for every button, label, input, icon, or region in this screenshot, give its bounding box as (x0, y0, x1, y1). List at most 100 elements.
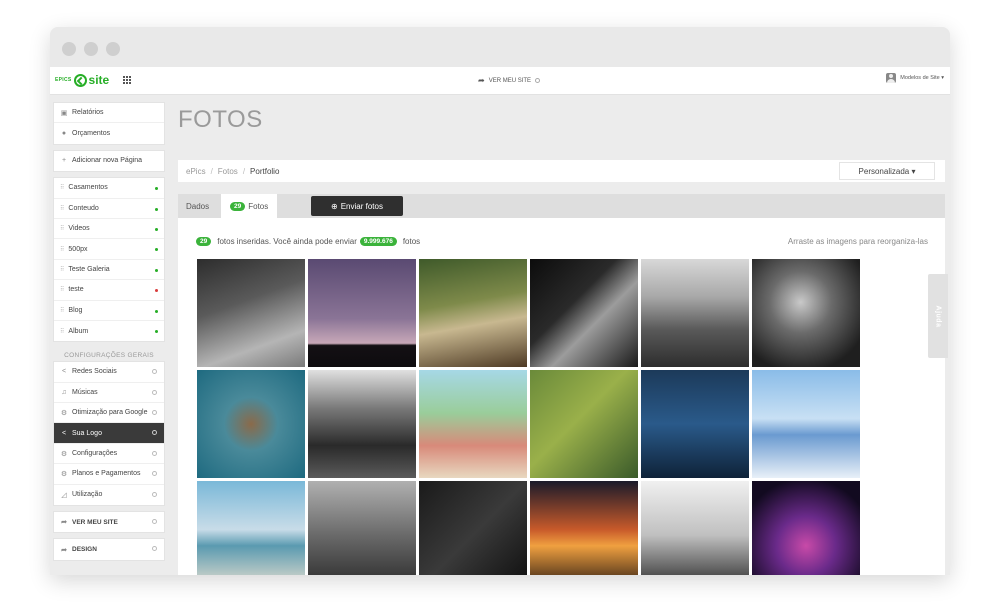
epics-logo[interactable]: EPICS site (55, 73, 109, 87)
view-site-link[interactable]: ➦ VER MEU SITE (478, 76, 541, 85)
sidebar-item-label: Teste Galeria (68, 265, 110, 273)
photo-thumbnail-wedding-ceremony-aisle[interactable] (308, 370, 416, 478)
drag-handle-icon[interactable]: ⠿ (60, 328, 64, 335)
photo-thumbnail-wedding-dress-detail[interactable] (530, 259, 638, 367)
info-icon (535, 78, 541, 83)
sidebar-item-redes-sociais[interactable]: < Redes Sociais (54, 362, 164, 383)
sidebar-item-teste[interactable]: ⠿ teste (54, 280, 164, 301)
status-dot-icon (155, 207, 158, 211)
sidebar-item-casamentos[interactable]: ⠿ Casamentos (54, 178, 164, 199)
photo-thumbnail-forest-wedding-couple[interactable] (197, 259, 305, 367)
photo-thumbnail-dark-abstract-bw[interactable] (419, 481, 527, 575)
music-icon: ♫ (61, 388, 67, 396)
plus-icon: + (61, 157, 67, 165)
tab-fotos[interactable]: 29 Fotos (221, 194, 278, 218)
breadcrumb-item-fotos[interactable]: Fotos (218, 167, 238, 176)
sidebar-item-configuracoes[interactable]: ⚙ Configurações (54, 444, 164, 465)
sidebar-item-label: Videos (68, 225, 90, 233)
drag-handle-icon[interactable]: ⠿ (60, 246, 64, 253)
sidebar-item-label: Otimização para Google (72, 409, 148, 417)
sidebar-design-button[interactable]: ➦ DESIGN (54, 539, 164, 559)
breadcrumb-item-portfolio: Portfolio (250, 166, 280, 176)
info-icon[interactable] (152, 519, 157, 525)
sidebar-item-album[interactable]: ⠿ Album (54, 321, 164, 341)
sidebar-settings-box: < Redes Sociais ♫ Músicas ⚙ Otimização para… (54, 362, 164, 506)
user-menu[interactable]: Modelos de Site ▾ (886, 73, 944, 83)
photo-thumbnail-couple-rocks-bw[interactable] (641, 481, 749, 575)
sidebar-item-label: Músicas (72, 388, 98, 396)
drag-handle-icon[interactable]: ⠿ (60, 225, 64, 232)
sidebar-view-site-box: ➦ VER MEU SITE (54, 512, 164, 533)
sidebar-item-label: Conteudo (68, 204, 99, 212)
photo-thumbnail-beach-bride-walk[interactable] (197, 481, 305, 575)
apps-grid-icon[interactable] (123, 76, 131, 84)
status-dot-icon (155, 248, 158, 252)
info-icon[interactable] (152, 450, 157, 456)
sidebar-item-teste-galeria[interactable]: ⠿ Teste Galeria (54, 260, 164, 281)
cogs-icon: ⚙ (60, 409, 68, 417)
upload-label: Enviar fotos (340, 201, 383, 211)
photo-thumbnail-cactus-landscape[interactable] (641, 259, 749, 367)
image-icon: ▣ (60, 109, 68, 117)
status-dot-icon (155, 227, 158, 231)
sidebar-item-utilizacao[interactable]: ◿ Utilização (54, 485, 164, 505)
user-menu-label: Modelos de Site ▾ (900, 75, 944, 81)
photo-thumbnail-graduation-caps-sky[interactable] (308, 259, 416, 367)
cogs-icon: ⚙ (60, 470, 68, 478)
sidebar: ▣ Relatórios ● Orçamentos + Adicionar no… (54, 103, 164, 567)
top-navbar: EPICS site ➦ VER MEU SITE Modelos de Sit… (50, 67, 950, 95)
sort-dropdown[interactable]: Personalizada ▾ (839, 162, 935, 180)
status-dot-icon (155, 187, 158, 191)
status-dot-icon (155, 309, 158, 313)
photo-thumbnail-couple-ocean-night[interactable] (641, 370, 749, 478)
info-icon[interactable] (152, 430, 157, 436)
sidebar-item-500px[interactable]: ⠿ 500px (54, 239, 164, 260)
drag-handle-icon[interactable]: ⠿ (60, 266, 64, 273)
sidebar-item-sua-logo[interactable]: < Sua Logo (54, 423, 164, 444)
cogs-icon: ⚙ (60, 450, 68, 458)
sidebar-item-relatorios[interactable]: ▣ Relatórios (54, 103, 164, 124)
photo-thumbnail-aerial-shipwreck-sea[interactable] (197, 370, 305, 478)
info-icon[interactable] (152, 471, 157, 477)
photo-thumbnail-bride-under-trees[interactable] (419, 259, 527, 367)
add-page-button[interactable]: + Adicionar nova Página (54, 151, 164, 171)
drag-handle-icon[interactable]: ⠿ (60, 307, 64, 314)
help-tab[interactable]: Ajuda (928, 274, 948, 358)
drag-handle-icon[interactable]: ⠿ (60, 184, 64, 191)
photo-thumbnail-couple-salt-flats[interactable] (752, 370, 860, 478)
sidebar-item-planos-pagamentos[interactable]: ⚙ Planos e Pagamentos (54, 464, 164, 485)
photo-thumbnail-night-party-lights[interactable] (752, 481, 860, 575)
sidebar-item-conteudo[interactable]: ⠿ Conteudo (54, 199, 164, 219)
sidebar-item-orcamentos[interactable]: ● Orçamentos (54, 123, 164, 143)
remaining-count-badge: 9.999.676 (359, 237, 397, 246)
sidebar-item-label: Configurações (72, 450, 118, 458)
upload-photos-button[interactable]: ⊕ Enviar fotos (311, 196, 403, 216)
sidebar-item-blog[interactable]: ⠿ Blog (54, 301, 164, 321)
photo-thumbnail-beach-wedding-celebration[interactable] (419, 370, 527, 478)
tab-dados[interactable]: Dados (186, 194, 209, 218)
view-site-label: VER MEU SITE (488, 77, 532, 84)
breadcrumb-item-epics[interactable]: ePics (186, 167, 206, 176)
photo-thumbnail-aerial-green-field[interactable] (530, 370, 638, 478)
photo-thumbnail-rocky-coast-bw[interactable] (308, 481, 416, 575)
photo-thumbnail-sunset-couple-silhouette[interactable] (530, 481, 638, 575)
sidebar-item-musicas[interactable]: ♫ Músicas (54, 383, 164, 404)
photos-panel: 29 fotos inseridas. Você ainda pode envi… (178, 218, 945, 575)
sidebar-item-videos[interactable]: ⠿ Videos (54, 219, 164, 240)
sidebar-item-otimizacao-google[interactable]: ⚙ Otimização para Google (54, 403, 164, 424)
info-icon[interactable] (152, 389, 157, 395)
photo-thumbnail-bride-portrait[interactable] (752, 259, 860, 367)
status-dot-icon (155, 289, 158, 293)
info-icon[interactable] (152, 491, 157, 497)
info-icon[interactable] (152, 369, 157, 375)
info-icon[interactable] (152, 410, 157, 416)
logo-prefix: EPICS (55, 77, 72, 83)
sidebar-view-site-button[interactable]: ➦ VER MEU SITE (54, 512, 164, 532)
upload-icon: ⊕ (331, 201, 338, 211)
sidebar-reports-box: ▣ Relatórios ● Orçamentos (54, 103, 164, 144)
window-dot-icon (84, 42, 98, 56)
drag-handle-icon[interactable]: ⠿ (60, 286, 64, 293)
share-icon: < (61, 429, 67, 437)
info-icon[interactable] (152, 546, 157, 552)
drag-handle-icon[interactable]: ⠿ (60, 205, 64, 212)
